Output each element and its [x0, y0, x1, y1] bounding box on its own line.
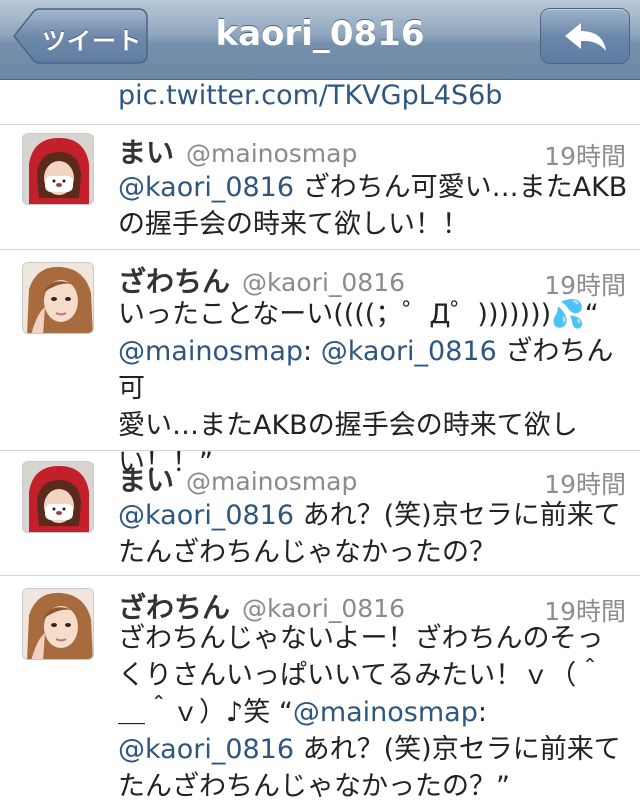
previous-tweet-link[interactable]: pic.twitter.com/TKVGpL4S6b	[118, 80, 502, 111]
mention-link[interactable]: @kaori_0816	[118, 500, 294, 531]
mention-link[interactable]: @kaori_0816	[321, 336, 497, 367]
tweet-item[interactable]: まい @mainosmap 19時間 @kaori_0816 ざわちん可愛い…また…	[0, 125, 640, 249]
tweet-line: @kaori_0816 ざわちん可愛い…またAKB	[118, 172, 628, 203]
tweet-line: の握手会の時来て欲しい！！	[118, 209, 469, 240]
tweet-item[interactable]: ざわちん @kaori_0816 19時間 いったことなーい((((；゜Д゜)))…	[0, 250, 640, 478]
avatar[interactable]	[22, 588, 94, 660]
avatar[interactable]	[22, 133, 94, 205]
tweet-item[interactable]: まい @mainosmap 19時間 @kaori_0816 あれ？(笑)京セラに…	[0, 451, 640, 575]
author-name: まい	[118, 136, 175, 169]
tweet-author[interactable]: まい @mainosmap	[118, 131, 357, 171]
tweet-line: 愛い…またAKBの握手会の時来て欲し	[118, 410, 578, 441]
tweet-text: @kaori_0816 あれ？(笑)京セラに前来て たんざわちんじゃなかったの？	[118, 497, 632, 571]
tweet-line: ざわちんじゃないよー！ざわちんのそっ	[118, 623, 604, 654]
tweet-line: @kaori_0816 あれ？(笑)京セラに前来て	[118, 500, 621, 531]
author-handle: @kaori_0816	[242, 594, 406, 623]
tweet-time: 19時間	[544, 470, 626, 499]
tweet-line: たんざわちんじゃなかったの？”	[118, 771, 510, 802]
tweet-line: @kaori_0816 あれ？(笑)京セラに前来て	[118, 734, 621, 765]
tweet-item[interactable]: ざわちん @kaori_0816 19時間 ざわちんじゃないよー！ざわちんのそっ …	[0, 576, 640, 808]
reply-arrow-icon	[565, 23, 606, 51]
tweet-text: @kaori_0816 ざわちん可愛い…またAKB の握手会の時来て欲しい！！	[118, 169, 632, 243]
avatar[interactable]	[22, 262, 94, 334]
tweet-line: くりさんいっぱいいてるみたい！ｖ（＾	[118, 660, 604, 691]
mention-link[interactable]: @mainosmap	[118, 336, 303, 367]
author-handle: @kaori_0816	[242, 268, 406, 297]
author-handle: @mainosmap	[186, 139, 358, 168]
author-name: ざわちん	[118, 265, 231, 298]
mention-link[interactable]: @kaori_0816	[118, 734, 294, 765]
author-name: まい	[118, 464, 175, 497]
tweet-line: たんざわちんじゃなかったの？	[118, 537, 496, 568]
tweet-author[interactable]: ざわちん @kaori_0816	[118, 260, 405, 300]
tweet-text: ざわちんじゃないよー！ざわちんのそっ くりさんいっぱいいてるみたい！ｖ（＾ ＿＾…	[118, 620, 632, 805]
author-handle: @mainosmap	[186, 467, 358, 496]
navigation-bar: ツイート kaori_0816	[0, 0, 640, 80]
tweet-line: ＿＾ｖ）♪笑 “@mainosmap:	[118, 697, 487, 728]
tweet-line: いったことなーい((((；゜Д゜)))))))💦“	[118, 299, 599, 330]
mention-link[interactable]: @mainosmap	[293, 697, 478, 728]
mention-link[interactable]: @kaori_0816	[118, 172, 294, 203]
reply-button[interactable]	[540, 8, 630, 64]
avatar[interactable]	[22, 461, 94, 533]
tweet-author[interactable]: まい @mainosmap	[118, 459, 357, 499]
tweet-line: @mainosmap: @kaori_0816 ざわちん可	[118, 336, 614, 404]
tweet-time: 19時間	[544, 142, 626, 171]
